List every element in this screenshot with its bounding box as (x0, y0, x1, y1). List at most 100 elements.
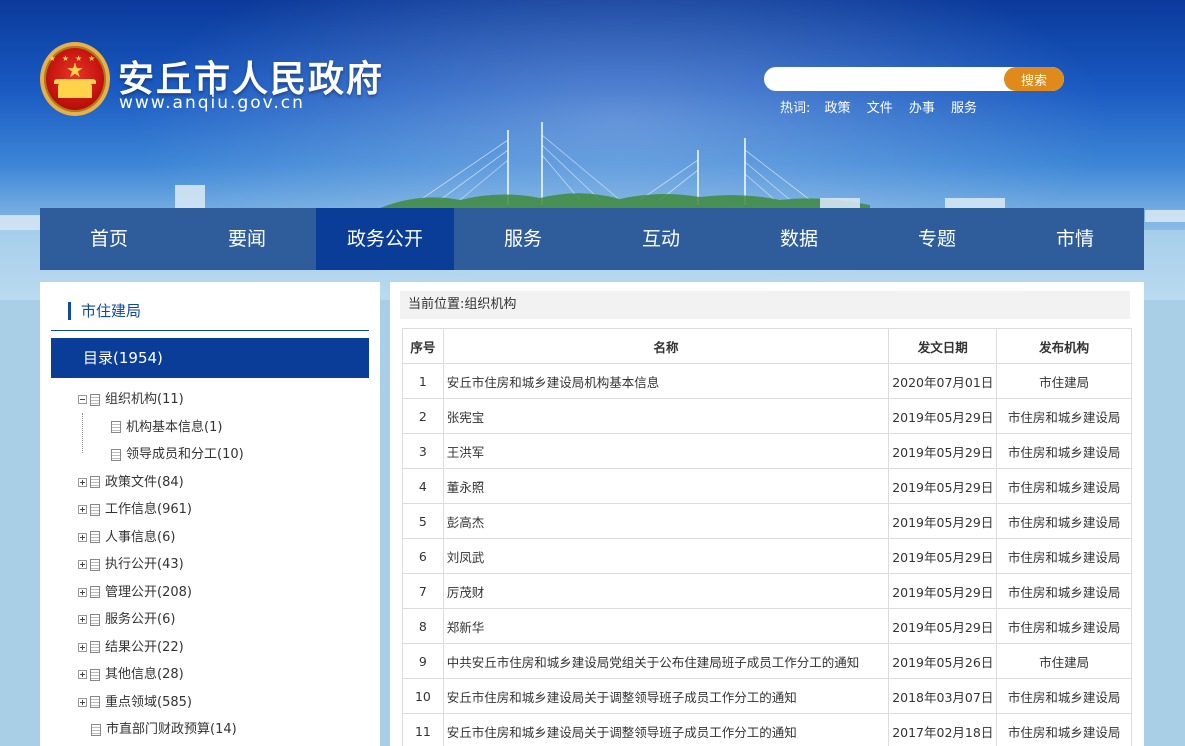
hot-word-affairs[interactable]: 办事 (909, 101, 935, 116)
hot-words: 热词: 政策 文件 办事 服务 (780, 97, 989, 116)
expand-icon[interactable] (78, 505, 87, 514)
tree-item-label[interactable]: 其他信息(28) (105, 667, 184, 682)
tree-item-work-info[interactable]: 工作信息(961) (78, 496, 368, 524)
nav-item-data[interactable]: 数据 (730, 208, 868, 270)
nav-item-interaction[interactable]: 互动 (592, 208, 730, 270)
row-title-link[interactable]: 安丘市住房和城乡建设局机构基本信息 (442, 363, 890, 399)
row-title-link[interactable]: 安丘市住房和城乡建设局关于调整领导班子成员工作分工的通知 (442, 713, 890, 746)
row-title-link[interactable]: 刘凤武 (442, 538, 890, 574)
row-number: 1 (402, 363, 444, 399)
row-title-link[interactable]: 王洪军 (442, 433, 890, 469)
table-row: 1 安丘市住房和城乡建设局机构基本信息 2020年07月01日 市住建局 (402, 363, 1132, 399)
hot-word-policy[interactable]: 政策 (825, 101, 851, 116)
document-icon (90, 531, 100, 543)
expand-icon[interactable] (78, 532, 87, 542)
row-date: 2019年05月29日 (888, 468, 998, 504)
nav-item-topics[interactable]: 专题 (868, 208, 1006, 270)
row-number: 8 (402, 608, 444, 644)
tree-item-label[interactable]: 重点领域(585) (105, 695, 192, 710)
expand-icon[interactable] (78, 642, 87, 652)
tree-item-label[interactable]: 领导成员和分工(10) (126, 447, 244, 462)
catalog-tree: 组织机构(11) 机构基本信息(1) 领导成员和分工(10) 政策文件(84) … (78, 386, 368, 744)
tree-item-label[interactable]: 执行公开(43) (105, 557, 184, 572)
tree-item-label[interactable]: 组织机构(11) (105, 392, 184, 407)
tree-item-service[interactable]: 服务公开(6) (78, 606, 368, 634)
expand-icon[interactable] (78, 615, 87, 624)
hot-word-document[interactable]: 文件 (867, 101, 893, 116)
document-icon (90, 558, 100, 571)
document-icon (111, 421, 121, 433)
row-publisher: 市住房和城乡建设局 (996, 538, 1132, 574)
row-date: 2017年02月18日 (888, 713, 998, 746)
table-row: 6 刘凤武 2019年05月29日 市住房和城乡建设局 (402, 538, 1132, 574)
table-row: 5 彭高杰 2019年05月29日 市住房和城乡建设局 (402, 503, 1132, 539)
main-content: 当前位置:组织机构 序号 名称 发文日期 发布机构 1 安丘市住房和城乡建设局机… (390, 282, 1144, 746)
tree-item-other[interactable]: 其他信息(28) (78, 661, 368, 689)
tree-item-organization[interactable]: 组织机构(11) (78, 386, 368, 453)
tree-item-management[interactable]: 管理公开(208) (78, 579, 368, 607)
tree-item-label[interactable]: 政策文件(84) (105, 475, 184, 490)
table-row: 7 厉茂财 2019年05月29日 市住房和城乡建设局 (402, 573, 1132, 609)
row-title-link[interactable]: 安丘市住房和城乡建设局关于调整领导班子成员工作分工的通知 (442, 678, 890, 714)
expand-icon[interactable] (78, 477, 87, 487)
main-nav: 首页 要闻 政务公开 服务 互动 数据 专题 市情 (40, 208, 1144, 270)
row-publisher: 市住房和城乡建设局 (996, 433, 1132, 469)
tree-item-execution[interactable]: 执行公开(43) (78, 551, 368, 579)
tree-item-label[interactable]: 结果公开(22) (105, 640, 184, 655)
table-row: 4 董永照 2019年05月29日 市住房和城乡建设局 (402, 468, 1132, 504)
sidebar-divider (51, 330, 369, 331)
nav-item-services[interactable]: 服务 (454, 208, 592, 270)
document-icon (90, 476, 100, 488)
hot-word-service[interactable]: 服务 (951, 101, 977, 116)
search-button[interactable]: 搜索 (1004, 67, 1064, 91)
expand-icon[interactable] (78, 560, 87, 569)
document-icon (91, 723, 101, 736)
search-input[interactable] (764, 67, 1004, 91)
table-row: 11 安丘市住房和城乡建设局关于调整领导班子成员工作分工的通知 2017年02月… (402, 713, 1132, 746)
sidebar-category[interactable]: 目录(1954) (51, 338, 369, 378)
tree-item-personnel-info[interactable]: 人事信息(6) (78, 524, 368, 552)
tree-item-policy-documents[interactable]: 政策文件(84) (78, 469, 368, 497)
expand-icon[interactable] (78, 587, 87, 597)
tree-item-key-areas[interactable]: 重点领域(585) (78, 689, 368, 717)
row-date: 2020年07月01日 (888, 363, 998, 399)
table-row: 3 王洪军 2019年05月29日 市住房和城乡建设局 (402, 433, 1132, 469)
collapse-icon[interactable] (78, 395, 87, 404)
table-row: 9 中共安丘市住房和城乡建设局党组关于公布住建局班子成员工作分工的通知 2019… (402, 643, 1132, 679)
row-title-link[interactable]: 中共安丘市住房和城乡建设局党组关于公布住建局班子成员工作分工的通知 (442, 643, 890, 679)
row-title-link[interactable]: 郑新华 (442, 608, 890, 644)
row-title-link[interactable]: 张宪宝 (442, 398, 890, 434)
tree-item-leaders[interactable]: 领导成员和分工(10) (78, 441, 368, 469)
tree-item-label[interactable]: 管理公开(208) (105, 585, 192, 600)
tree-item-label[interactable]: 人事信息(6) (105, 530, 175, 545)
hot-words-label: 热词: (780, 101, 811, 116)
tree-item-basic-info[interactable]: 机构基本信息(1) (78, 414, 368, 442)
column-header-number: 序号 (402, 328, 444, 364)
document-icon (90, 641, 100, 653)
row-title-link[interactable]: 董永照 (442, 468, 890, 504)
row-number: 3 (402, 433, 444, 469)
row-number: 6 (402, 538, 444, 574)
nav-item-city-info[interactable]: 市情 (1006, 208, 1144, 270)
row-title-link[interactable]: 彭高杰 (442, 503, 890, 539)
sidebar-title: 市住建局 (68, 302, 141, 320)
tree-item-results[interactable]: 结果公开(22) (78, 634, 368, 662)
document-icon (90, 613, 100, 626)
row-title-link[interactable]: 厉茂财 (442, 573, 890, 609)
nav-item-home[interactable]: 首页 (40, 208, 178, 270)
tree-item-label[interactable]: 工作信息(961) (105, 502, 192, 517)
tree-item-label[interactable]: 服务公开(6) (105, 612, 175, 627)
column-header-publisher: 发布机构 (996, 328, 1132, 364)
tree-item-budget[interactable]: 市直部门财政预算(14) (78, 716, 368, 744)
row-publisher: 市住房和城乡建设局 (996, 713, 1132, 746)
nav-item-government-affairs[interactable]: 政务公开 (316, 208, 454, 270)
row-date: 2019年05月29日 (888, 538, 998, 574)
expand-icon[interactable] (78, 670, 87, 679)
tree-item-label[interactable]: 机构基本信息(1) (126, 420, 222, 435)
table-row: 8 郑新华 2019年05月29日 市住房和城乡建设局 (402, 608, 1132, 644)
expand-icon[interactable] (78, 697, 87, 707)
row-number: 5 (402, 503, 444, 539)
row-number: 10 (402, 678, 444, 714)
nav-item-news[interactable]: 要闻 (178, 208, 316, 270)
tree-item-label[interactable]: 市直部门财政预算(14) (106, 722, 237, 737)
